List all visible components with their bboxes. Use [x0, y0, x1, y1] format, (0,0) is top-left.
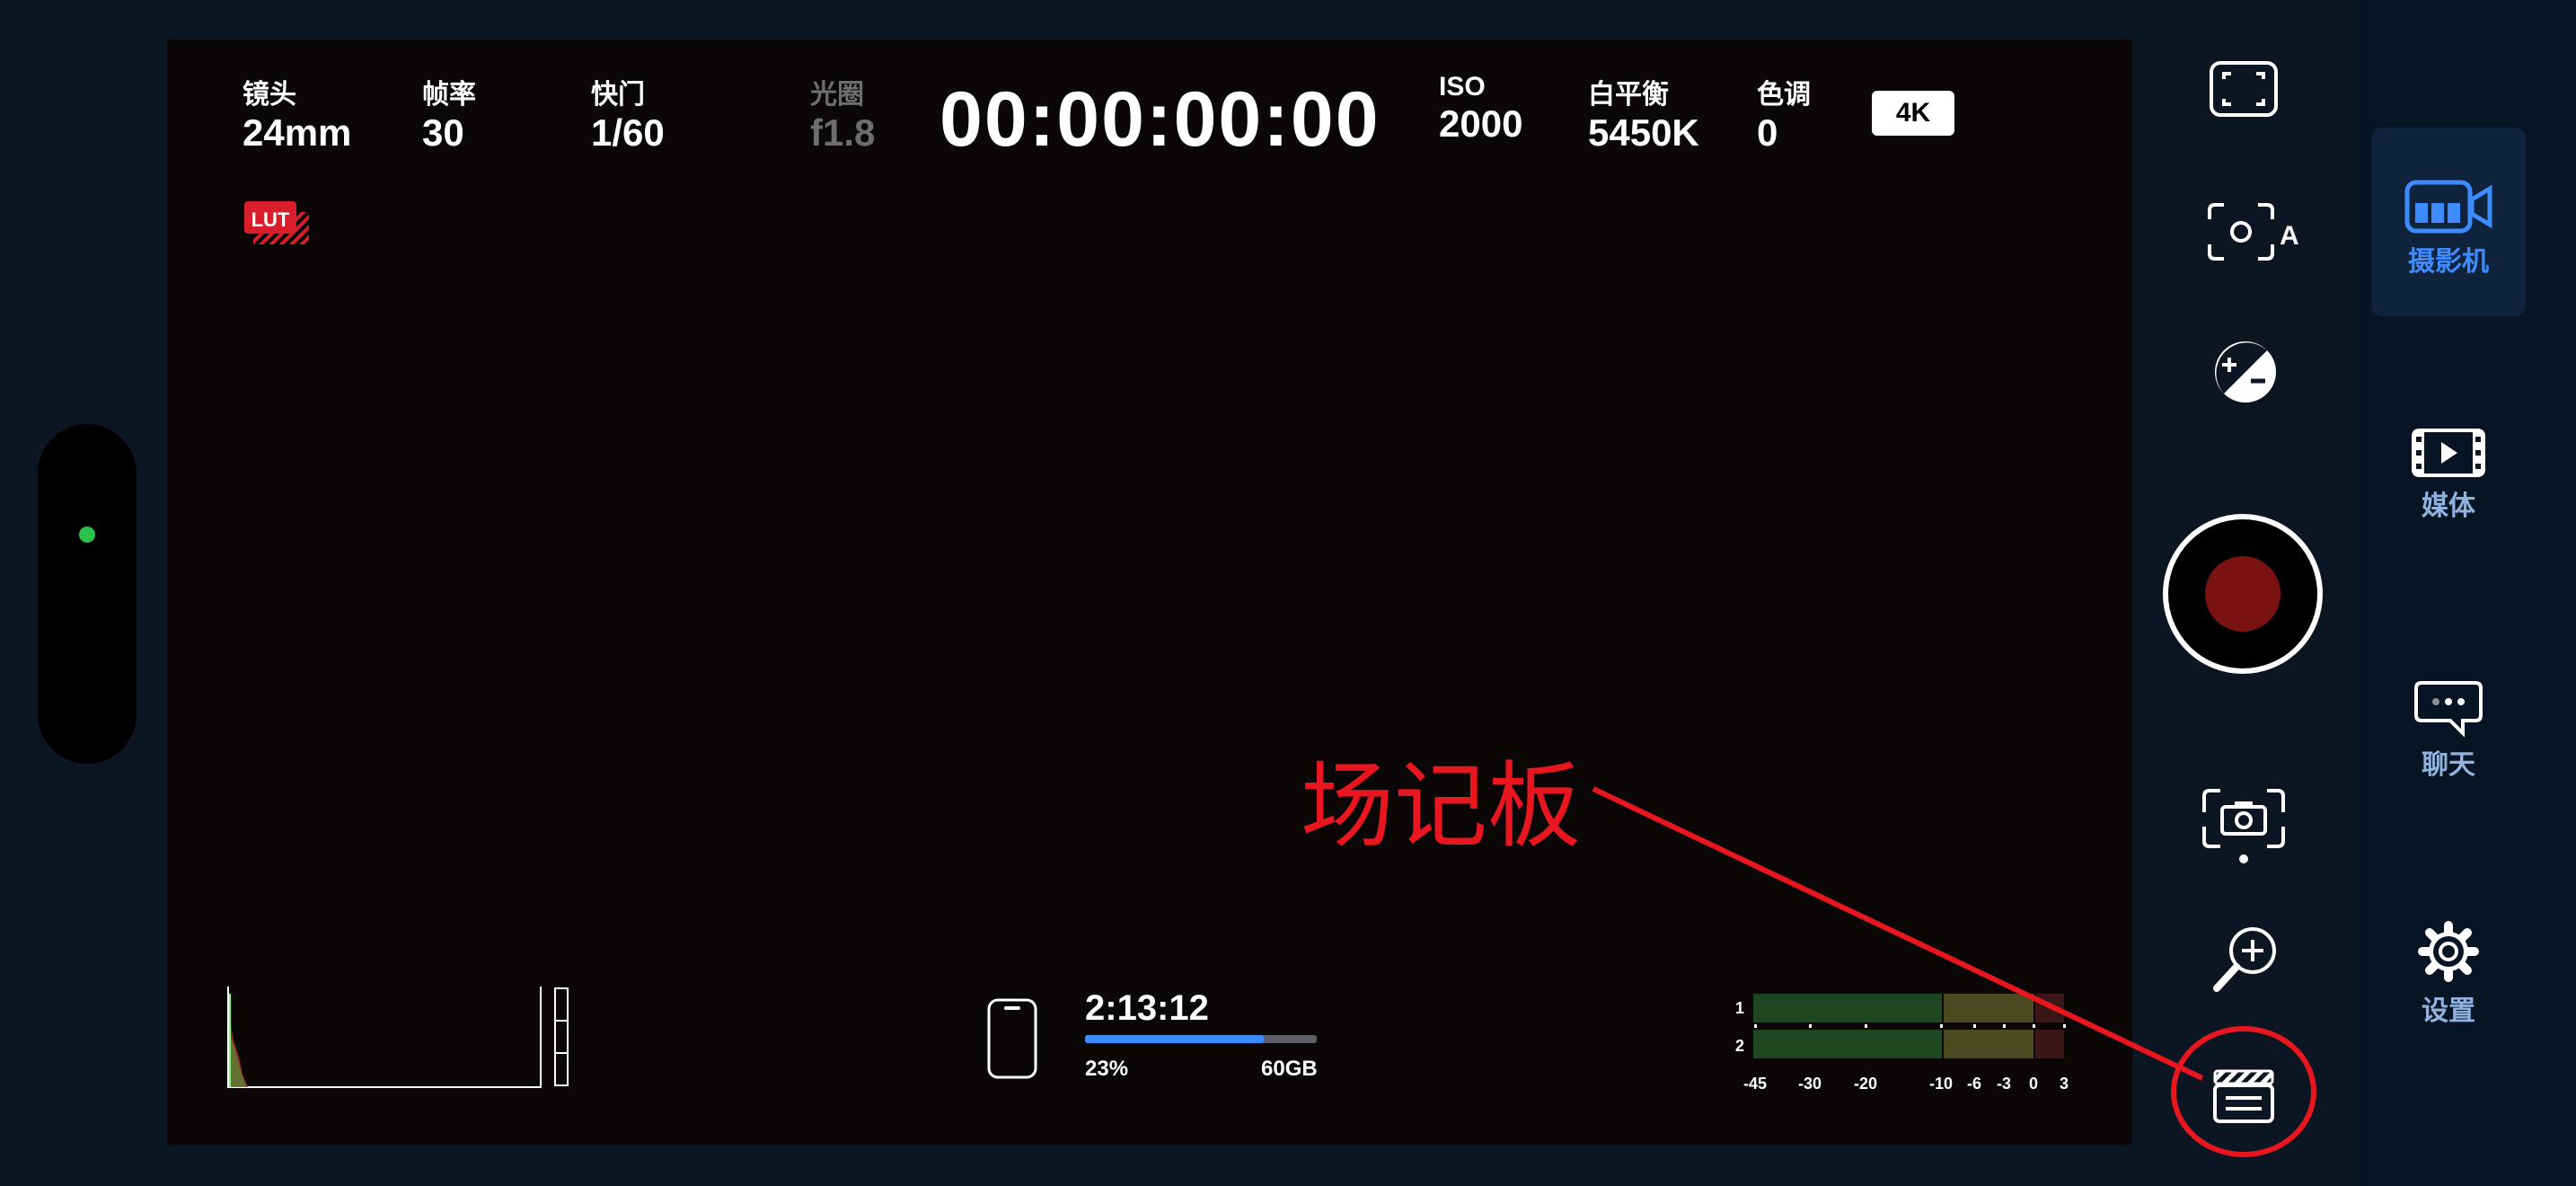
annotation-circle	[2171, 1026, 2316, 1157]
annotation-arrow-line	[1592, 786, 2204, 1081]
annotation-overlay	[0, 0, 2576, 1186]
